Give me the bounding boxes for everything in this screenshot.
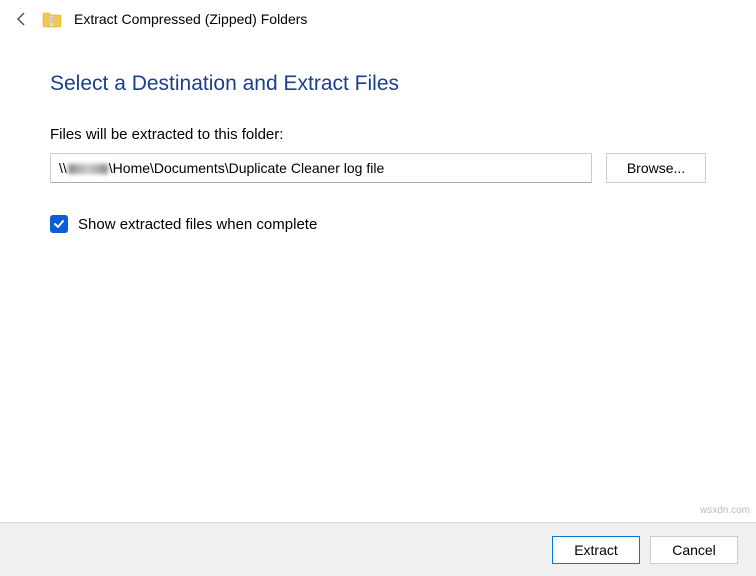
page-heading: Select a Destination and Extract Files: [50, 72, 706, 96]
path-redacted: [68, 164, 108, 174]
destination-path-input[interactable]: \\ \Home\Documents\Duplicate Cleaner log …: [50, 153, 592, 183]
back-button[interactable]: [14, 11, 30, 27]
show-files-label[interactable]: Show extracted files when complete: [78, 216, 317, 233]
path-suffix: \Home\Documents\Duplicate Cleaner log fi…: [109, 160, 384, 176]
zipped-folder-icon: [42, 10, 62, 28]
browse-button[interactable]: Browse...: [606, 153, 706, 183]
window-title: Extract Compressed (Zipped) Folders: [74, 11, 307, 27]
instruction-label: Files will be extracted to this folder:: [50, 126, 706, 143]
show-files-checkbox[interactable]: [50, 215, 68, 233]
watermark: wsxdn.com: [700, 505, 750, 516]
dialog-footer: Extract Cancel: [0, 522, 756, 576]
cancel-button[interactable]: Cancel: [650, 536, 738, 564]
path-prefix: \\: [59, 160, 67, 176]
extract-button[interactable]: Extract: [552, 536, 640, 564]
